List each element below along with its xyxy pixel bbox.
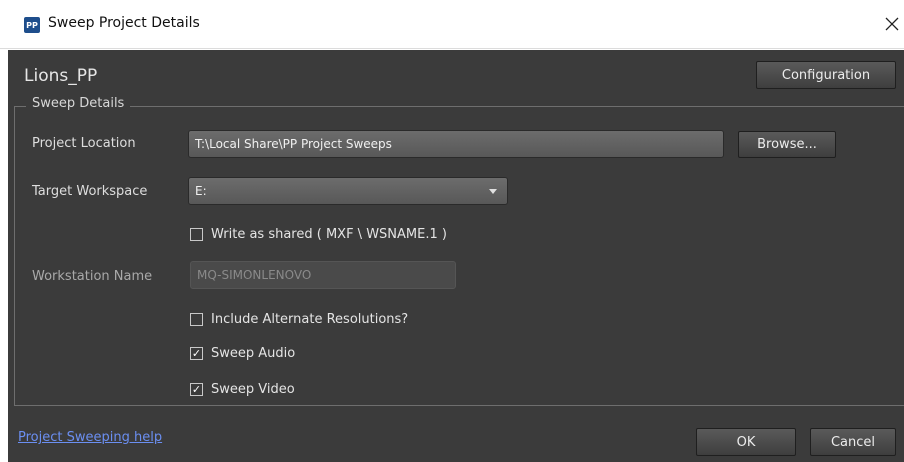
window-title: Sweep Project Details xyxy=(48,15,200,31)
sweep-audio-label: Sweep Audio xyxy=(211,346,296,361)
workstation-name-input: MQ-SIMONLENOVO xyxy=(190,261,456,289)
browse-button[interactable]: Browse... xyxy=(738,131,836,158)
sweep-video-checkbox-row[interactable]: ✓ Sweep Video xyxy=(190,382,295,397)
include-alternate-label: Include Alternate Resolutions? xyxy=(211,312,409,327)
sweep-audio-checkbox-row[interactable]: ✓ Sweep Audio xyxy=(190,346,295,361)
cancel-button[interactable]: Cancel xyxy=(810,428,896,456)
dialog-body: Lions_PP Configuration Sweep Details Pro… xyxy=(8,50,904,462)
target-workspace-value: E: xyxy=(195,184,207,198)
target-workspace-select[interactable]: E: xyxy=(188,177,508,205)
sweep-video-checkbox[interactable]: ✓ xyxy=(190,383,203,396)
sweep-audio-checkbox[interactable]: ✓ xyxy=(190,347,203,360)
write-as-shared-checkbox-row[interactable]: Write as shared ( MXF \ WSNAME.1 ) xyxy=(190,227,447,242)
project-location-input[interactable]: T:\Local Share\PP Project Sweeps xyxy=(188,130,724,158)
include-alternate-checkbox[interactable] xyxy=(190,313,203,326)
chevron-down-icon xyxy=(489,189,497,194)
close-icon[interactable] xyxy=(880,12,904,36)
project-location-label: Project Location xyxy=(32,136,136,151)
workstation-name-label: Workstation Name xyxy=(32,269,153,284)
configuration-button[interactable]: Configuration xyxy=(756,61,896,89)
ok-button[interactable]: OK xyxy=(696,428,796,456)
target-workspace-label: Target Workspace xyxy=(32,184,148,199)
sweep-video-label: Sweep Video xyxy=(211,382,295,397)
sweep-details-legend: Sweep Details xyxy=(26,96,131,111)
app-icon: PP xyxy=(24,17,40,33)
title-bar: PP Sweep Project Details xyxy=(0,0,904,49)
project-sweeping-help-link[interactable]: Project Sweeping help xyxy=(18,430,162,445)
write-as-shared-label: Write as shared ( MXF \ WSNAME.1 ) xyxy=(211,227,447,242)
write-as-shared-checkbox[interactable] xyxy=(190,228,203,241)
project-name: Lions_PP xyxy=(24,66,98,86)
include-alternate-checkbox-row[interactable]: Include Alternate Resolutions? xyxy=(190,312,408,327)
